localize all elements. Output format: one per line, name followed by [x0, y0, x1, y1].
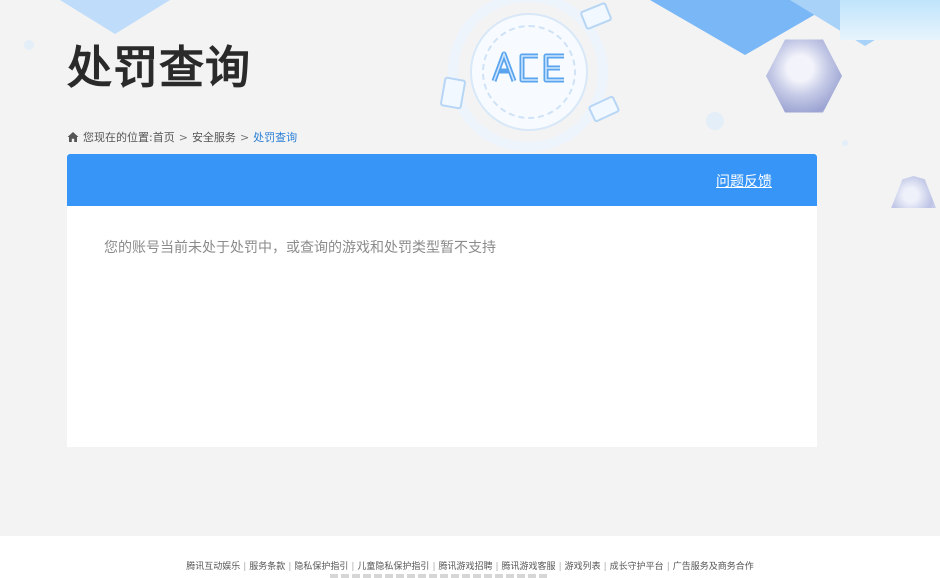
breadcrumb-label: 您现在的位置:	[83, 131, 153, 144]
footer-link-ads[interactable]: 广告服务及商务合作	[673, 562, 754, 572]
decor-dot	[706, 112, 724, 130]
footer-separator: |	[603, 562, 607, 572]
footer-link-privacy[interactable]: 隐私保护指引	[294, 562, 348, 572]
decor-triangle	[60, 0, 170, 34]
character-portrait-small	[891, 176, 936, 208]
decor-dot	[842, 140, 848, 146]
footer-link-guardian[interactable]: 成长守护平台	[610, 562, 664, 572]
footer-link-support[interactable]: 腾讯游戏客服	[502, 562, 556, 572]
breadcrumb-home[interactable]: 首页	[153, 129, 175, 145]
footer-separator: |	[666, 562, 670, 572]
footer-link-jobs[interactable]: 腾讯游戏招聘	[438, 562, 492, 572]
footer-second-line	[330, 574, 550, 578]
breadcrumb: 您现在的位置: 首页 > 安全服务 > 处罚查询	[67, 129, 297, 145]
footer: 腾讯互动娱乐 | 服务条款 | 隐私保护指引 | 儿童隐私保护指引 | 腾讯游戏招聘 | 腾讯游戏客…	[0, 536, 940, 578]
footer-separator: |	[243, 562, 247, 572]
footer-link-child-privacy[interactable]: 儿童隐私保护指引	[357, 562, 429, 572]
footer-separator: |	[351, 562, 355, 572]
footer-separator: |	[558, 562, 562, 572]
breadcrumb-current: 处罚查询	[253, 131, 298, 144]
footer-separator: |	[495, 562, 499, 572]
footer-links: 腾讯互动娱乐 | 服务条款 | 隐私保护指引 | 儿童隐私保护指引 | 腾讯游戏招聘 | 腾讯游戏客…	[0, 559, 940, 572]
page-title: 处罚查询	[67, 41, 252, 94]
footer-link-terms[interactable]: 服务条款	[249, 562, 285, 572]
footer-separator: |	[432, 562, 436, 572]
ace-logo	[491, 51, 564, 83]
breadcrumb-security-services[interactable]: 安全服务	[192, 129, 236, 145]
result-panel: 问题反馈 您的账号当前未处于处罚中，或查询的游戏和处罚类型暂不支持	[67, 154, 817, 447]
feedback-link[interactable]: 问题反馈	[716, 171, 772, 191]
home-icon	[67, 132, 79, 142]
decor-card	[579, 1, 613, 31]
breadcrumb-separator: >	[239, 130, 250, 144]
decor-dot	[24, 40, 34, 50]
footer-separator: |	[288, 562, 292, 572]
panel-header: 问题反馈	[67, 154, 817, 206]
breadcrumb-separator: >	[178, 130, 188, 144]
footer-link-tencent-ent[interactable]: 腾讯互动娱乐	[186, 562, 240, 572]
result-message: 您的账号当前未处于处罚中，或查询的游戏和处罚类型暂不支持	[104, 240, 496, 256]
decor-shape	[840, 0, 940, 40]
footer-link-games[interactable]: 游戏列表	[565, 562, 601, 572]
